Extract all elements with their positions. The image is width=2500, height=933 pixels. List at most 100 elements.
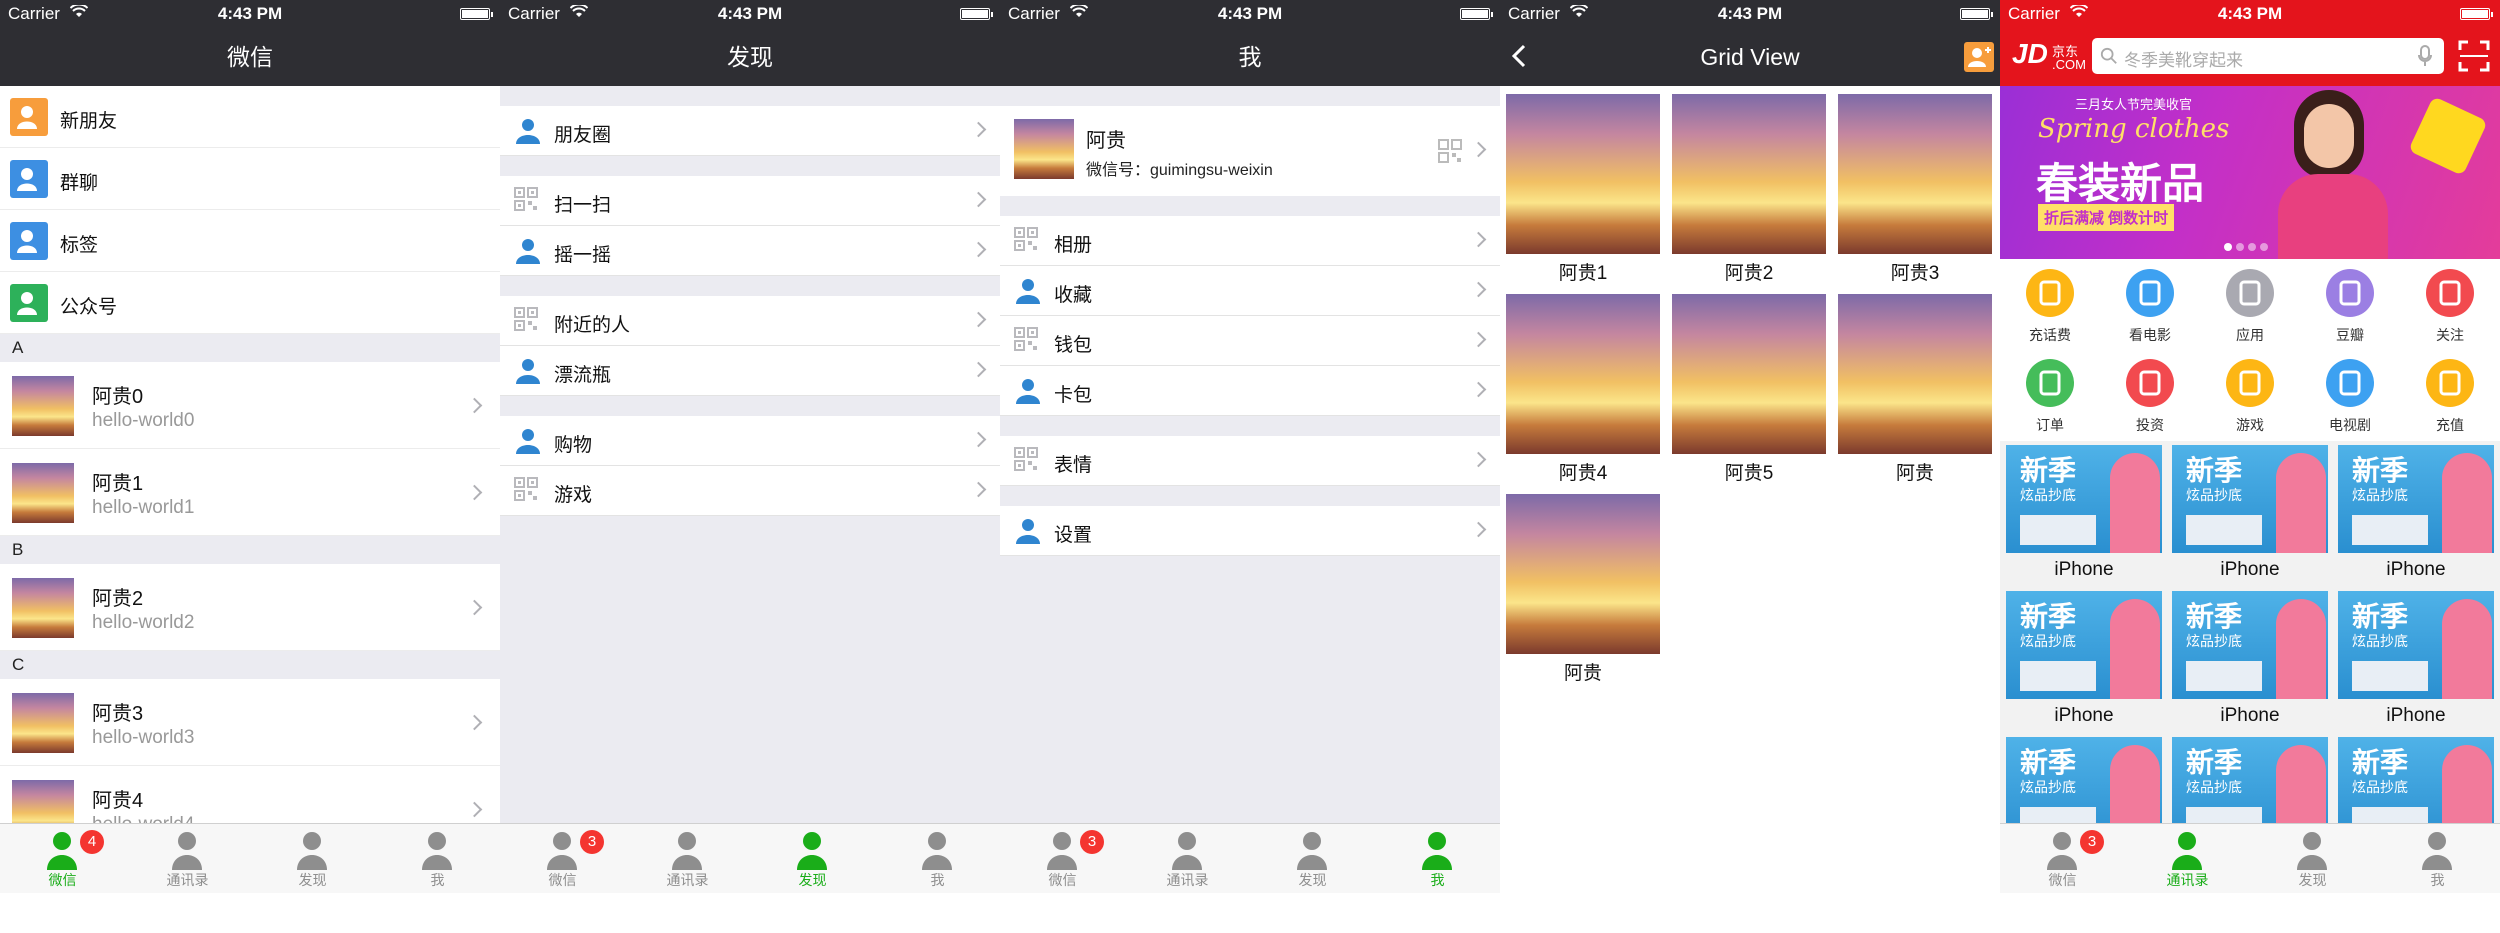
category-item[interactable]: 豆瓣 [2300,259,2400,349]
contact-row[interactable]: 阿贵3 hello-world3 [0,679,500,766]
tab-discover[interactable]: 发现 [750,824,875,893]
discover-item[interactable]: 游戏 [500,466,1000,516]
tab-chats[interactable]: 微信 4 [0,824,125,893]
person-icon [671,830,703,870]
product-card[interactable]: 新季 炫品抄底 [2172,737,2328,823]
category-item[interactable]: 应用 [2200,259,2300,349]
category-item[interactable]: 看电影 [2100,259,2200,349]
person-icon [514,357,542,385]
search-input[interactable]: 冬季美靴穿起来 [2092,38,2444,74]
me-item[interactable]: 表情 [1000,436,1500,486]
promo-banner[interactable]: 三月女人节完美收官 Spring clothes 春装新品 折后满减 倒数计时 [2000,86,2500,259]
product-card[interactable]: 新季 炫品抄底 iPhone [2006,445,2162,587]
category-item[interactable]: 关注 [2400,259,2500,349]
model-figure [2110,745,2160,823]
person-icon [2296,830,2328,870]
tab-chats[interactable]: 微信 3 [2000,824,2125,893]
scan-icon[interactable] [2458,40,2490,72]
contact-row[interactable]: 阿贵1 hello-world1 [0,449,500,536]
me-item[interactable]: 设置 [1000,506,1500,556]
promo-headline: 新季 [2352,747,2409,778]
grid-cell[interactable]: 阿贵5 [1672,294,1826,486]
person-icon [546,830,578,870]
product-card[interactable]: 新季 炫品抄底 iPhone [2172,445,2328,587]
logo-text: JD [2012,38,2048,69]
grid-caption: 阿贵3 [1890,263,1940,284]
promo-subtext: 炫品抄底 [2020,779,2076,795]
product-label: iPhone [2386,705,2446,726]
banner-pager[interactable] [2224,238,2280,251]
contact-row[interactable]: 阿贵0 hello-world0 [0,362,500,449]
tab-contacts[interactable]: 通讯录 [125,824,250,893]
tab-discover[interactable]: 发现 [250,824,375,893]
tab-chats[interactable]: 微信 3 [1000,824,1125,893]
me-item[interactable]: 卡包 [1000,366,1500,416]
tab-me[interactable]: 我 [2375,824,2500,893]
contacts-entry[interactable]: 群聊 [0,148,500,210]
product-card[interactable]: 新季 炫品抄底 [2006,737,2162,823]
add-friend-icon [1968,47,1991,67]
me-item[interactable]: 收藏 [1000,266,1500,316]
discover-item[interactable]: 扫一扫 [500,176,1000,226]
grid-cell[interactable]: 阿贵4 [1506,294,1660,486]
contact-row[interactable]: 阿贵4 hello-world4 [0,766,500,823]
chevron-right-icon [1470,521,1487,538]
item-label: 收藏 [1054,285,1093,306]
tab-discover[interactable]: 发现 [1250,824,1375,893]
product-image: 新季 炫品抄底 [2006,737,2162,823]
contact-row[interactable]: 阿贵2 hello-world2 [0,564,500,651]
grid-cell[interactable]: 阿贵1 [1506,94,1660,286]
grid-cell[interactable]: 阿贵3 [1838,94,1992,286]
microphone-icon[interactable] [2418,45,2432,67]
category-item[interactable]: 充话费 [2000,259,2100,349]
profile-card[interactable]: 阿贵 微信号：guimingsu-weixin [1000,106,1500,196]
model-figure [2276,745,2326,823]
tab-contacts[interactable]: 通讯录 [1125,824,1250,893]
product-card[interactable]: 新季 炫品抄底 [2338,737,2494,823]
status-time: 4:43 PM [1217,4,1283,23]
product-card[interactable]: 新季 炫品抄底 iPhone [2338,445,2494,587]
category-item[interactable]: 投资 [2100,349,2200,439]
product-card[interactable]: 新季 炫品抄底 iPhone [2338,591,2494,733]
status-time: 4:43 PM [2217,4,2283,23]
tab-discover[interactable]: 发现 [2250,824,2375,893]
tab-label: 我 [930,872,945,888]
tab-contacts[interactable]: 通讯录 [625,824,750,893]
grid-cell[interactable]: 阿贵 [1838,294,1992,486]
discover-item[interactable]: 购物 [500,416,1000,466]
discover-item[interactable]: 朋友圈 [500,106,1000,156]
back-chevron-icon[interactable] [1512,44,1526,68]
discover-item[interactable]: 漂流瓶 [500,346,1000,396]
contacts-entry[interactable]: 标签 [0,210,500,272]
product-card[interactable]: 新季 炫品抄底 iPhone [2006,591,2162,733]
category-item[interactable]: 游戏 [2200,349,2300,439]
contacts-list[interactable]: 新朋友 群聊 标签 公众号 A 阿贵0 hello-world0 阿贵1 hello-world… [0,86,500,823]
product-card[interactable]: 新季 炫品抄底 iPhone [2172,591,2328,733]
tab-me[interactable]: 我 [1375,824,1500,893]
category-item[interactable]: 订单 [2000,349,2100,439]
tab-me[interactable]: 我 [875,824,1000,893]
contact-avatar [12,780,74,823]
tab-contacts[interactable]: 通讯录 [2125,824,2250,893]
category-icon-grid: 充话费 看电影 应用 豆瓣 关注订单 投资 游戏 电视剧 充值 [2000,259,2500,439]
contacts-entry[interactable]: 公众号 [0,272,500,334]
tab-chats[interactable]: 微信 3 [500,824,625,893]
tab-me[interactable]: 我 [375,824,500,893]
page-title: 发现 [500,28,1000,86]
contact-subtitle: hello-world3 [92,727,195,748]
discover-item[interactable]: 摇一摇 [500,226,1000,276]
me-item[interactable]: 钱包 [1000,316,1500,366]
discover-item[interactable]: 附近的人 [500,296,1000,346]
contacts-entry[interactable]: 新朋友 [0,86,500,148]
logo-com: .COM [2052,57,2086,72]
category-item[interactable]: 电视剧 [2300,349,2400,439]
me-item[interactable]: 相册 [1000,216,1500,266]
grid-cell[interactable]: 阿贵 [1506,494,1660,686]
grid-cell[interactable]: 阿贵2 [1672,94,1826,286]
add-contact-button[interactable] [1964,42,1994,72]
product-image: 新季 炫品抄底 [2338,737,2494,823]
grid-image [1672,294,1826,454]
device-image [2020,807,2096,823]
person-icon [296,830,328,870]
category-item[interactable]: 充值 [2400,349,2500,439]
